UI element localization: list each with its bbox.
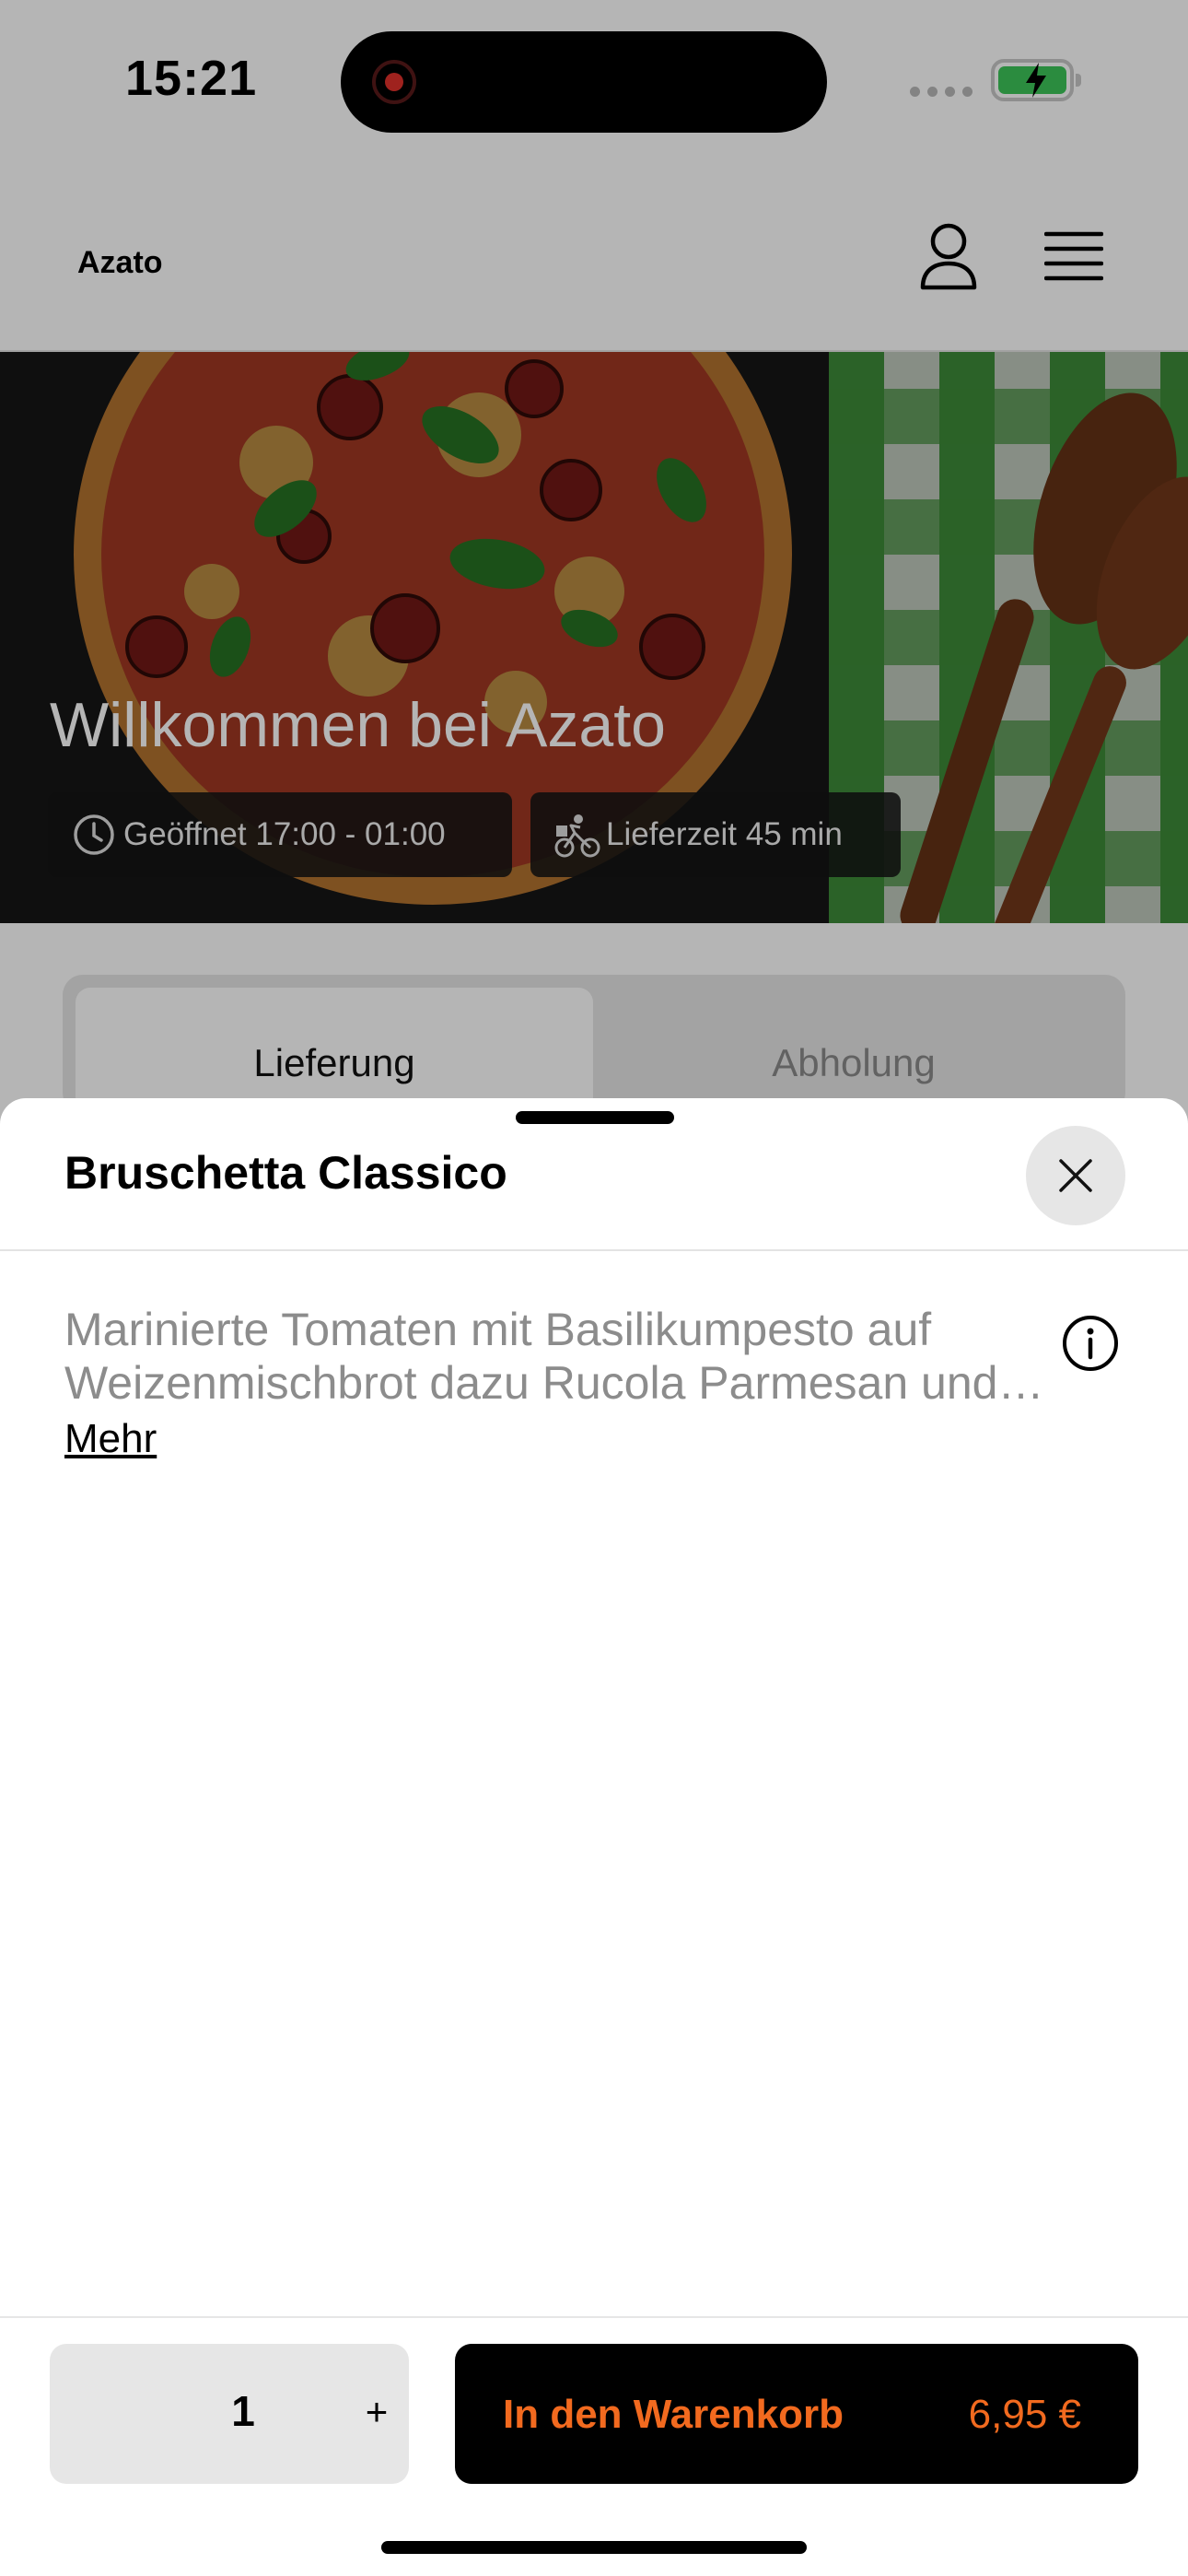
sheet-grabber[interactable] bbox=[516, 1111, 674, 1124]
product-description-text: Marinierte Tomaten mit Basilikumpesto au… bbox=[64, 1304, 1044, 1409]
close-button[interactable] bbox=[1026, 1126, 1125, 1225]
quantity-value: 1 bbox=[231, 2387, 255, 2435]
more-link[interactable]: Mehr bbox=[64, 1412, 157, 1466]
footer-divider bbox=[0, 2316, 1188, 2318]
price-label: 6,95 € bbox=[968, 2392, 1081, 2437]
divider bbox=[0, 1249, 1188, 1251]
product-title: Bruschetta Classico bbox=[64, 1147, 507, 1199]
increment-button[interactable]: + bbox=[354, 2384, 400, 2440]
info-icon[interactable] bbox=[1061, 1314, 1120, 1373]
product-detail-sheet: Bruschetta Classico Marinierte Tomaten m… bbox=[0, 1098, 1188, 2576]
add-to-cart-label: In den Warenkorb bbox=[503, 2392, 844, 2437]
product-description: Marinierte Tomaten mit Basilikumpesto au… bbox=[64, 1303, 1068, 1466]
add-to-cart-button[interactable]: In den Warenkorb 6,95 € bbox=[455, 2344, 1138, 2484]
quantity-stepper: 1 + bbox=[50, 2344, 409, 2484]
close-icon bbox=[1059, 1159, 1092, 1192]
home-indicator[interactable] bbox=[381, 2541, 807, 2554]
